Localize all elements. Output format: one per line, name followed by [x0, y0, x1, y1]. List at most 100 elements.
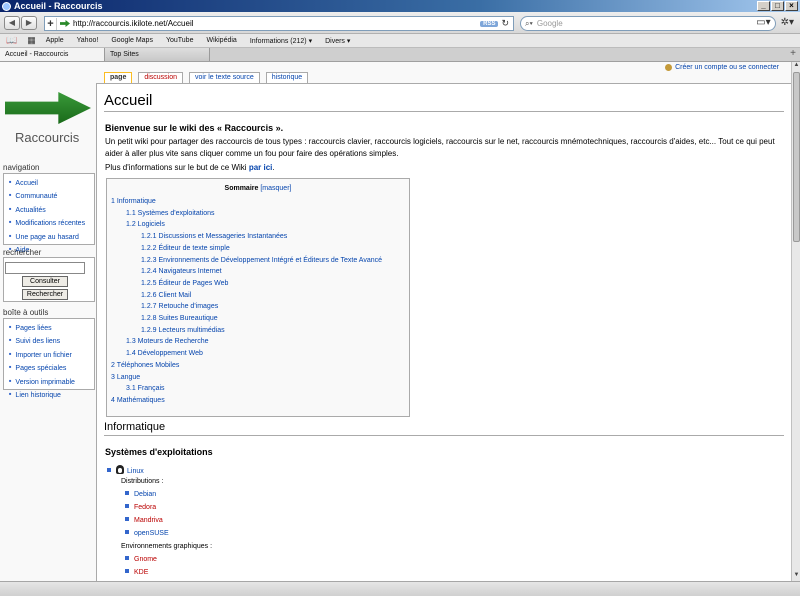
toc-heading: Sommaire [masquer] [107, 185, 409, 192]
list-item: KDE [125, 569, 148, 576]
gear-icon[interactable]: ✲▾ [781, 17, 794, 28]
more-info-line: Plus d'informations sur le but de ce Wik… [105, 163, 275, 172]
book-icon[interactable]: 📖 [6, 35, 17, 46]
search-title: rechercher [3, 248, 42, 257]
toc-entry[interactable]: 1.3 Moteurs de Recherche [111, 336, 382, 348]
list-item: Debian [125, 491, 156, 498]
more-info-text: Plus d'informations sur le but de ce Wik… [105, 163, 247, 172]
bookmark-divers[interactable]: Divers ▾ [325, 37, 350, 45]
linux-link[interactable]: Linux [127, 468, 144, 475]
nav-communaute[interactable]: Communauté [9, 189, 94, 202]
minimize-button[interactable]: _ [757, 1, 770, 11]
rss-icon[interactable]: RSS [480, 20, 499, 27]
scrollbar-thumb[interactable] [793, 72, 800, 242]
forward-button[interactable]: ▶ [21, 16, 37, 30]
toc-entry[interactable]: 1.2.9 Lecteurs multimédias [111, 325, 382, 337]
distributions-label: Distributions : [121, 478, 164, 485]
search-field[interactable]: ⌕▾ Google [520, 16, 776, 31]
toc-entry[interactable]: 1.2.6 Client Mail [111, 290, 382, 302]
green-arrow-icon [5, 92, 91, 124]
tab-discussion[interactable]: discussion [138, 72, 184, 83]
toc-entry[interactable]: 1.2.8 Suites Bureautique [111, 313, 382, 325]
mandriva-link[interactable]: Mandriva [134, 517, 163, 524]
bookmark-google-maps[interactable]: Google Maps [111, 37, 153, 44]
list-item: openSUSE [125, 530, 169, 537]
tool-lien-historique[interactable]: Lien historique [9, 388, 94, 401]
bookmark-youtube[interactable]: YouTube [166, 37, 194, 44]
url-text[interactable]: http://raccourcis.ikilote.net/Accueil [73, 19, 480, 28]
section-heading-informatique: Informatique [104, 421, 784, 436]
consult-button[interactable]: Consulter [22, 276, 68, 287]
bookmarks-bar: 📖 ▦ Apple Yahoo! Google Maps YouTube Wik… [0, 34, 800, 48]
new-tab-icon[interactable]: + [790, 48, 796, 59]
vertical-scrollbar[interactable]: ▲ ▼ [791, 62, 800, 581]
toc-hide-link[interactable]: [masquer] [260, 185, 291, 192]
debian-link[interactable]: Debian [134, 491, 156, 498]
search-placeholder: Google [536, 19, 563, 28]
tool-pages-liees[interactable]: Pages liées [9, 321, 94, 334]
bookmark-yahoo[interactable]: Yahoo! [77, 37, 99, 44]
add-bookmark-icon[interactable]: + [45, 17, 57, 30]
bullet-icon [125, 504, 129, 508]
toc-entry[interactable]: 1.1 Systèmes d'exploitations [111, 208, 382, 220]
tool-pages-speciales[interactable]: Pages spéciales [9, 361, 94, 374]
bullet-icon [125, 556, 129, 560]
address-bar[interactable]: + http://raccourcis.ikilote.net/Accueil … [44, 16, 514, 31]
nav-actualites[interactable]: Actualités [9, 203, 94, 216]
toc-entry[interactable]: 1.2.5 Éditeur de Pages Web [111, 278, 382, 290]
list-item: Mandriva [125, 517, 163, 524]
bullet-icon [107, 468, 111, 472]
window-title: Accueil - Raccourcis [14, 1, 103, 11]
search-button[interactable]: Rechercher [22, 289, 68, 300]
toc-entry[interactable]: 4 Mathématiques [111, 395, 382, 407]
user-icon [665, 64, 673, 71]
bookmark-wikipedia[interactable]: Wikipédia [206, 37, 236, 44]
scroll-up-icon[interactable]: ▲ [792, 62, 800, 71]
more-info-link[interactable]: par ici [249, 163, 273, 172]
tool-suivi-liens[interactable]: Suivi des liens [9, 334, 94, 347]
toc-entry[interactable]: 3 Langue [111, 372, 382, 384]
grid-icon[interactable]: ▦ [27, 35, 36, 46]
toc-entry[interactable]: 1.2 Logiciels [111, 219, 382, 231]
opensuse-link[interactable]: openSUSE [134, 530, 169, 537]
nav-accueil[interactable]: Accueil [9, 176, 94, 189]
toc-entry[interactable]: 1.4 Développement Web [111, 348, 382, 360]
nav-page-hasard[interactable]: Une page au hasard [9, 230, 94, 243]
tab-view-source[interactable]: voir le texte source [189, 72, 260, 83]
list-item: Fedora [125, 504, 156, 511]
toolbox-title: boîte à outils [3, 308, 49, 317]
back-button[interactable]: ◀ [4, 16, 20, 30]
tab-top-sites[interactable]: Top Sites [105, 48, 210, 61]
toc-entry[interactable]: 1.2.4 Navigateurs Internet [111, 266, 382, 278]
bookmark-informations[interactable]: Informations (212) ▾ [250, 37, 312, 45]
toc-entry[interactable]: 2 Téléphones Mobiles [111, 360, 382, 372]
toc-entry[interactable]: 1.2.3 Environnements de Développement In… [111, 255, 382, 267]
wiki-search-input[interactable] [5, 262, 85, 274]
maximize-button[interactable]: □ [771, 1, 784, 11]
tab-history[interactable]: historique [265, 72, 309, 83]
close-button[interactable]: × [785, 1, 798, 11]
toc-entry[interactable]: 1.2.2 Éditeur de texte simple [111, 243, 382, 255]
tab-accueil[interactable]: Accueil - Raccourcis [0, 48, 105, 61]
toc-entry[interactable]: 1.2.1 Discussions et Messageries Instant… [111, 231, 382, 243]
tool-importer-fichier[interactable]: Importer un fichier [9, 348, 94, 361]
gnome-link[interactable]: Gnome [134, 556, 157, 563]
toc-entry[interactable]: 1.2.7 Retouche d'images [111, 301, 382, 313]
create-account-link[interactable]: Créer un compte ou se connecter [675, 64, 779, 71]
scroll-down-icon[interactable]: ▼ [792, 572, 800, 581]
bookmark-apple[interactable]: Apple [46, 37, 64, 44]
browser-toolbar: ◀ ▶ + http://raccourcis.ikilote.net/Accu… [0, 12, 800, 34]
content-tabs: page discussion voir le texte source his… [104, 72, 309, 83]
toc-entry[interactable]: 1 Informatique [111, 196, 382, 208]
tab-page[interactable]: page [104, 72, 133, 83]
site-logo[interactable]: Raccourcis [0, 92, 96, 152]
toc-list: 1 Informatique 1.1 Systèmes d'exploitatio… [111, 196, 382, 407]
forward-arrow-icon: ▶ [25, 18, 33, 27]
toc-entry[interactable]: 3.1 Français [111, 383, 382, 395]
tool-version-imprimable[interactable]: Version imprimable [9, 375, 94, 388]
nav-modifications-recentes[interactable]: Modifications récentes [9, 216, 94, 229]
kde-link[interactable]: KDE [134, 569, 148, 576]
fedora-link[interactable]: Fedora [134, 504, 156, 511]
page-menu-icon[interactable]: ▭▾ [756, 17, 770, 28]
reload-icon[interactable]: ↻ [501, 18, 509, 29]
